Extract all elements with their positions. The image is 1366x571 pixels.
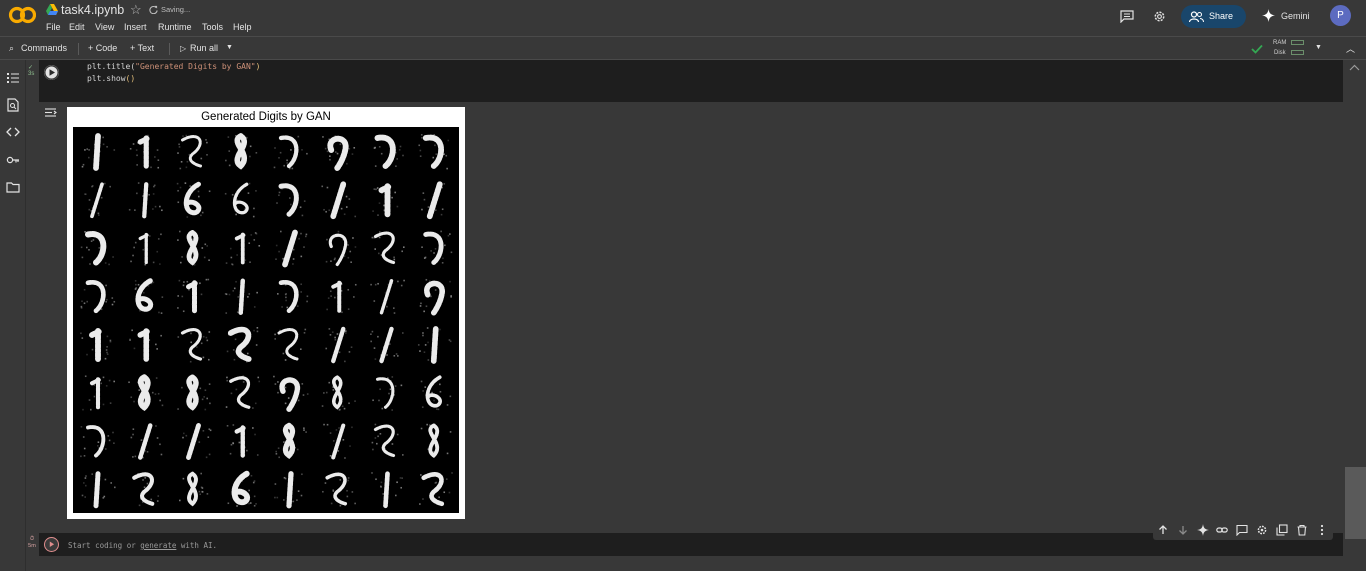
toolbar-divider [78,43,79,55]
gemini-sparkle-icon[interactable] [1197,524,1209,536]
cell-execution-status: ⏱ 5m [27,536,37,549]
table-of-contents-icon[interactable] [6,71,20,85]
generate-link[interactable]: generate [140,541,176,550]
code-string: "Generated Digits by GAN" [135,62,256,71]
move-up-icon[interactable] [1157,524,1169,536]
comment-icon[interactable] [1236,524,1248,536]
execution-time: 5m [28,543,36,549]
sync-icon [149,5,158,14]
people-icon [1189,11,1204,23]
clock-icon: ⏱ [29,536,35,542]
toolbar-divider [169,43,170,55]
placeholder-text: with AI. [176,541,218,550]
collapse-chevron-icon[interactable]: ︿ [1346,42,1355,55]
generated-digits-image [73,127,459,513]
menu-insert[interactable]: Insert [124,22,147,32]
code-line-1: plt.title("Generated Digits by GAN") [87,62,260,71]
left-sidebar [0,60,26,571]
colab-logo-icon[interactable] [8,5,36,25]
code-token: plt.show [87,74,126,83]
gemini-label[interactable]: Gemini [1281,11,1310,21]
delete-trash-icon[interactable] [1296,524,1308,536]
code-token: () [125,74,136,83]
settings-gear-icon[interactable] [1152,9,1167,24]
output-actions-icon[interactable] [44,107,57,118]
add-code-button[interactable]: + Code [88,43,117,53]
gemini-sparkle-icon[interactable] [1262,9,1275,22]
disk-bar[interactable] [1291,50,1304,55]
output-figure: Generated Digits by GAN [67,107,465,519]
secrets-key-icon[interactable] [6,153,20,167]
menu-edit[interactable]: Edit [69,22,85,32]
google-drive-icon [46,4,58,15]
empty-code-cell[interactable] [39,533,1343,556]
search-icon[interactable]: ⌕ [9,43,14,54]
ram-label: RAM [1273,40,1287,46]
mirror-cell-icon[interactable] [1276,524,1288,536]
user-avatar[interactable]: P [1330,5,1351,26]
header-bar: task4.ipynb ☆ Saving... File Edit View I… [0,0,1366,36]
link-icon[interactable] [1216,524,1228,536]
notebook-toolbar: ⌕ Commands + Code + Text ▷ Run all ▼ RAM… [0,36,1366,60]
saving-status: Saving... [161,5,191,14]
run-cell-button[interactable] [44,537,59,552]
add-text-button[interactable]: + Text [130,43,154,53]
run-all-button[interactable]: Run all [190,43,218,53]
ram-bar[interactable] [1291,40,1304,45]
chevron-down-icon[interactable]: ▼ [226,44,233,51]
menu-runtime[interactable]: Runtime [158,22,192,32]
run-cell-button[interactable] [44,65,59,80]
find-replace-icon[interactable] [6,98,20,112]
play-icon: ▷ [180,44,187,53]
settings-gear-icon[interactable] [1256,524,1268,536]
code-snippets-icon[interactable] [6,125,20,139]
commands-button[interactable]: Commands [21,43,67,53]
code-token: plt.title( [87,62,136,71]
menu-file[interactable]: File [46,22,61,32]
menu-help[interactable]: Help [233,22,252,32]
figure-title: Generated Digits by GAN [201,111,331,123]
files-folder-icon[interactable] [6,180,20,194]
cell-placeholder[interactable]: Start coding or generate with AI. [68,541,217,550]
comment-icon[interactable] [1120,10,1134,23]
placeholder-text: Start coding or [68,541,141,550]
scrollbar-thumb[interactable] [1345,467,1366,539]
execution-time: 3s [28,71,35,77]
more-vertical-icon[interactable] [1316,524,1328,536]
resources-dropdown-icon[interactable]: ▼ [1315,44,1322,51]
menu-view[interactable]: View [95,22,114,32]
cell-execution-status: ✓ 3s [28,64,34,77]
star-icon[interactable]: ☆ [130,2,142,18]
code-token: ) [255,62,261,71]
connected-check-icon [1251,44,1263,54]
notebook-title[interactable]: task4.ipynb [61,3,124,17]
share-label: Share [1209,11,1234,21]
menu-tools[interactable]: Tools [202,22,223,32]
scroll-up-icon[interactable] [1349,63,1360,73]
disk-label: Disk [1274,50,1286,56]
move-down-icon[interactable] [1177,524,1189,536]
code-line-2: plt.show() [87,74,135,83]
